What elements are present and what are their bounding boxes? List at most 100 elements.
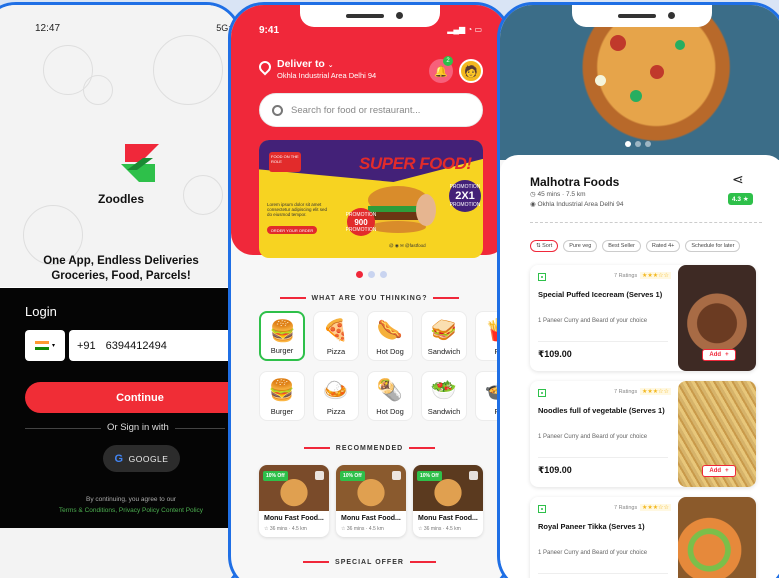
recommended-card[interactable]: 10% Off Monu Fast Food... ☆ 36 mins · 4.5 … bbox=[413, 465, 483, 537]
category-burger[interactable]: 🍔 Burger bbox=[259, 311, 305, 361]
wrap-icon: 🌯 bbox=[376, 379, 404, 402]
restaurant-meta: ☆ 36 mins · 4.5 km bbox=[264, 526, 307, 532]
recommended-card[interactable]: 10% Off Monu Fast Food... ☆ 36 mins · 4.5 … bbox=[259, 465, 329, 537]
deal-promo-badge: PROMOTION 2X1 PROMOTION bbox=[449, 180, 481, 212]
star-rating: ★★★☆☆ bbox=[640, 504, 671, 511]
terms-prefix: By continuing, you agree to our bbox=[86, 496, 176, 503]
divider bbox=[538, 457, 668, 458]
category-sandwich[interactable]: 🥪 Sandwich bbox=[421, 311, 467, 361]
ratings-count: 7 Ratings bbox=[614, 389, 638, 395]
restaurant-name: Monu Fast Food... bbox=[264, 515, 324, 522]
topping-decoration bbox=[650, 65, 664, 79]
category-hot-dog[interactable]: 🌯 Hot Dog bbox=[367, 371, 413, 421]
promo-banner[interactable]: FOOD ON THE ROLE SUPER FOOD! Lorem ipsum… bbox=[259, 140, 483, 258]
banner-title: SUPER FOOD! bbox=[359, 154, 472, 173]
item-name: Royal Paneer Tikka (Serves 1) bbox=[538, 522, 645, 531]
restaurant-details: Malhotra Foods ◷ 45 mins · 7.5 km ◉ Okhl… bbox=[500, 155, 779, 578]
favorite-icon[interactable] bbox=[392, 471, 401, 480]
item-description: 1 Paneer Curry and Beard of your choice bbox=[538, 434, 648, 440]
category-label: Pizza bbox=[326, 407, 346, 416]
category-pizza[interactable]: 🍕 Pizza bbox=[313, 311, 359, 361]
rating-badge: 4.3 ★ bbox=[728, 193, 753, 205]
section-title-recommended: RECOMMENDED bbox=[231, 445, 508, 452]
restaurant-meta: ☆ 36 mins · 4.5 km bbox=[418, 526, 461, 532]
add-to-cart-button[interactable]: Add + bbox=[702, 349, 736, 361]
deliver-to-label[interactable]: Deliver to ⌄ bbox=[277, 58, 334, 70]
country-picker[interactable]: ▾ bbox=[25, 330, 65, 361]
menu-item[interactable]: 7 Ratings ★★★☆☆ Noodles full of vegetable … bbox=[530, 381, 756, 487]
search-icon bbox=[272, 104, 283, 116]
google-icon: G bbox=[114, 452, 124, 465]
terms-links[interactable]: Terms & Conditions, Privacy Policy Conte… bbox=[3, 507, 239, 514]
category-label: Sandwich bbox=[427, 407, 461, 416]
divider bbox=[530, 222, 762, 223]
india-flag-icon bbox=[34, 340, 49, 351]
item-description: 1 Paneer Curry and Beard of your choice bbox=[538, 318, 648, 324]
plus-icon: + bbox=[725, 352, 729, 358]
recommended-card[interactable]: 10% Off Monu Fast Food... ☆ 36 mins · 4.5 … bbox=[336, 465, 406, 537]
tagline-secondary: Groceries, Food, Parcels! bbox=[51, 270, 191, 282]
favorite-icon[interactable] bbox=[315, 471, 324, 480]
category-label: Hot Dog bbox=[376, 347, 404, 356]
delivery-address[interactable]: Okhla Industrial Area Delhi 94 bbox=[277, 71, 376, 80]
status-icons: ▂▄▆ ◔ ▭ bbox=[447, 25, 482, 34]
item-price: ₹109.00 bbox=[538, 465, 572, 475]
category-hot-dog[interactable]: 🌭 Hot Dog bbox=[367, 311, 413, 361]
banner-social: @ ◉ ✉ @fastfood bbox=[389, 243, 426, 248]
country-code: +91 bbox=[77, 339, 96, 352]
price-promo-badge: PROMOTION 900 PROMOTION bbox=[346, 208, 376, 236]
add-to-cart-button[interactable]: Add + bbox=[702, 465, 736, 477]
category-label: Pizza bbox=[326, 347, 346, 356]
share-icon[interactable]: ⋖ bbox=[732, 171, 744, 188]
tagline-primary: One App, Endless Deliveries bbox=[43, 255, 199, 267]
login-footer bbox=[0, 528, 239, 578]
discount-badge: 10% Off bbox=[263, 471, 288, 481]
restaurant-screen: Malhotra Foods ◷ 45 mins · 7.5 km ◉ Okhl… bbox=[497, 2, 779, 578]
filter-chip[interactable]: Pure veg bbox=[563, 240, 598, 252]
category-pizza[interactable]: 🍛 Pizza bbox=[313, 371, 359, 421]
search-input[interactable]: Search for food or restaurant... bbox=[259, 93, 483, 127]
filter-chip[interactable]: Rated 4+ bbox=[645, 240, 681, 252]
recommended-list: 10% Off Monu Fast Food... ☆ 36 mins · 4.5 … bbox=[259, 465, 483, 537]
section-title-categories: WHAT ARE YOU THINKING? bbox=[231, 295, 508, 302]
menu-item[interactable]: 7 Ratings ★★★☆☆ Special Puffed Icecream (S… bbox=[530, 265, 756, 371]
veg-icon bbox=[538, 505, 546, 513]
continue-button[interactable]: Continue bbox=[25, 382, 239, 413]
item-name: Noodles full of vegetable (Serves 1) bbox=[538, 406, 665, 415]
discount-badge: 10% Off bbox=[417, 471, 442, 481]
item-description: 1 Paneer Curry and Beard of your choice bbox=[538, 550, 648, 556]
or-sign-in-label: Or Sign in with bbox=[101, 422, 175, 433]
item-name: Special Puffed Icecream (Serves 1) bbox=[538, 290, 663, 299]
veg-icon bbox=[538, 389, 546, 397]
filter-chips: ⇅ Sort Pure veg Best Seller Rated 4+ Schedul… bbox=[530, 240, 741, 252]
menu-item[interactable]: 7 Ratings ★★★☆☆ Royal Paneer Tikka (Serves… bbox=[530, 497, 756, 578]
category-sandwich[interactable]: 🥗 Sandwich bbox=[421, 371, 467, 421]
login-title: Login bbox=[25, 304, 57, 319]
hotdog-icon: 🌭 bbox=[376, 319, 404, 342]
banner-description: Lorem ipsum dolor sit amet consectetur a… bbox=[267, 202, 328, 217]
avatar[interactable]: 🧑 bbox=[459, 59, 483, 83]
carousel-dots[interactable] bbox=[625, 141, 651, 147]
phone-notch bbox=[299, 5, 440, 27]
ratings-count: 7 Ratings bbox=[614, 273, 638, 279]
filter-chip[interactable]: Best Seller bbox=[602, 240, 641, 252]
topping-decoration bbox=[610, 35, 626, 51]
salad-icon: 🥗 bbox=[430, 379, 458, 402]
star-rating: ★★★☆☆ bbox=[640, 388, 671, 395]
login-screen: 12:47 5G⁺ Zoodles One App, Endless Deliv… bbox=[0, 2, 242, 578]
filter-chip[interactable]: ⇅ Sort bbox=[530, 240, 559, 252]
login-header: 12:47 5G⁺ Zoodles One App, Endless Deliv… bbox=[0, 5, 239, 287]
favorite-icon[interactable] bbox=[469, 471, 478, 480]
topping-decoration bbox=[675, 40, 685, 50]
filter-chip[interactable]: Schedule for later bbox=[685, 240, 741, 252]
carousel-dots[interactable] bbox=[356, 271, 387, 278]
food-image bbox=[678, 497, 756, 578]
category-burger[interactable]: 🍔 Burger bbox=[259, 371, 305, 421]
chevron-down-icon: ▾ bbox=[51, 343, 55, 349]
order-now-button[interactable]: ORDER YOUR ORDER bbox=[267, 226, 317, 234]
home-screen: 9:41 ▂▄▆ ◔ ▭ Deliver to ⌄ Okhla Industri… bbox=[228, 2, 511, 578]
star-rating: ★★★☆☆ bbox=[640, 272, 671, 279]
google-sign-in-button[interactable]: G GOOGLE bbox=[103, 445, 180, 472]
phone-number-input[interactable]: +91 6394412494 bbox=[69, 330, 239, 361]
status-time: 9:41 bbox=[259, 25, 280, 36]
